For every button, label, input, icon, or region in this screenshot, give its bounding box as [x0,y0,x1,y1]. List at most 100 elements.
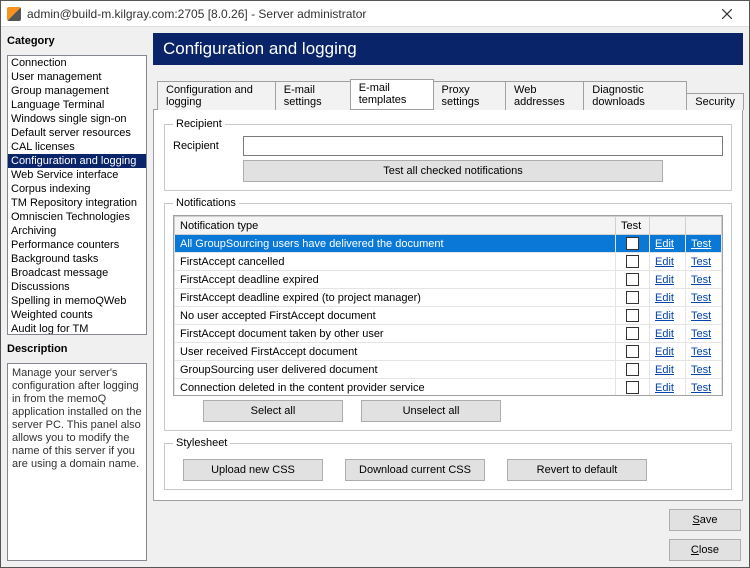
notification-type-cell: FirstAccept deadline expired (to project… [175,289,616,307]
test-checkbox[interactable] [626,363,639,376]
category-item[interactable]: Performance counters [8,238,146,252]
recipient-input[interactable] [243,136,723,156]
test-link[interactable]: Test [691,364,711,376]
window-title: admin@build-m.kilgray.com:2705 [8.0.26] … [27,7,711,21]
tab-strip: Configuration and loggingE-mail settings… [153,79,743,109]
test-link[interactable]: Test [691,274,711,286]
stylesheet-group: Stylesheet Upload new CSS Download curre… [164,437,732,490]
table-row[interactable]: FirstAccept deadline expired Edit Test [175,271,722,289]
close-icon[interactable] [711,4,743,24]
upload-css-button[interactable]: Upload new CSS [183,459,323,481]
test-all-button[interactable]: Test all checked notifications [243,160,663,182]
test-checkbox[interactable] [626,345,639,358]
category-item[interactable]: Omniscien Technologies [8,210,146,224]
category-item[interactable]: Group management [8,84,146,98]
table-row[interactable]: All GroupSourcing users have delivered t… [175,235,722,253]
tab-page-email-templates: Recipient Recipient Test all checked not… [153,109,743,501]
category-item[interactable]: Default server resources [8,126,146,140]
tab-proxy-settings[interactable]: Proxy settings [433,81,507,110]
table-row[interactable]: No user accepted FirstAccept documentEdi… [175,307,722,325]
table-row[interactable]: GroupSourcing user delivered document Edi… [175,361,722,379]
category-item[interactable]: Connection [8,56,146,70]
test-link[interactable]: Test [691,238,711,250]
col-test-blank [686,217,722,235]
close-button[interactable]: Close [669,539,741,561]
tab-web-addresses[interactable]: Web addresses [505,81,584,110]
unselect-all-button[interactable]: Unselect all [361,400,501,422]
notifications-table: Notification type Test All GroupSourcing… [174,216,722,395]
test-link[interactable]: Test [691,310,711,322]
edit-link[interactable]: Edit [655,346,674,358]
tab-security[interactable]: Security [686,93,744,110]
test-link[interactable]: Test [691,292,711,304]
test-checkbox[interactable] [626,327,639,340]
table-row[interactable]: Connection deleted in the content provid… [175,379,722,396]
edit-link[interactable]: Edit [655,274,674,286]
category-item[interactable]: TM Repository integration [8,196,146,210]
description-text: Manage your server's configuration after… [7,363,147,561]
category-item[interactable]: Archiving [8,224,146,238]
test-checkbox[interactable] [626,309,639,322]
category-item[interactable]: Windows single sign-on [8,112,146,126]
col-edit-blank [650,217,686,235]
test-checkbox[interactable] [626,381,639,394]
edit-link[interactable]: Edit [655,328,674,340]
notification-type-cell: Connection deleted in the content provid… [175,379,616,396]
category-item[interactable]: Web Service interface [8,168,146,182]
revert-default-button[interactable]: Revert to default [507,459,647,481]
test-checkbox[interactable] [626,273,639,286]
notification-type-cell: GroupSourcing user delivered document [175,361,616,379]
table-row[interactable]: FirstAccept cancelled Edit Test [175,253,722,271]
recipient-group: Recipient Recipient Test all checked not… [164,118,732,191]
save-button[interactable]: Save [669,509,741,531]
stylesheet-legend: Stylesheet [173,437,230,449]
edit-link[interactable]: Edit [655,364,674,376]
test-link[interactable]: Test [691,346,711,358]
edit-link[interactable]: Edit [655,382,674,394]
page-title: Configuration and logging [153,33,743,65]
category-item[interactable]: Corpus indexing [8,182,146,196]
col-test[interactable]: Test [616,217,650,235]
tab-e-mail-templates[interactable]: E-mail templates [350,79,434,109]
test-link[interactable]: Test [691,328,711,340]
description-heading: Description [7,341,147,357]
category-item[interactable]: Configuration and logging [8,154,146,168]
category-item[interactable]: Language Terminal [8,98,146,112]
tab-configuration-and-logging[interactable]: Configuration and logging [157,81,276,110]
category-item[interactable]: Spelling in memoQWeb [8,294,146,308]
col-notification-type[interactable]: Notification type [175,217,616,235]
recipient-label: Recipient [173,140,235,152]
category-item[interactable]: CAL licenses [8,140,146,154]
download-css-button[interactable]: Download current CSS [345,459,485,481]
category-item[interactable]: Background tasks [8,252,146,266]
recipient-legend: Recipient [173,118,225,130]
select-all-button[interactable]: Select all [203,400,343,422]
tab-diagnostic-downloads[interactable]: Diagnostic downloads [583,81,687,110]
edit-link[interactable]: Edit [655,310,674,322]
category-item[interactable]: Audit log for TM [8,322,146,335]
notification-type-cell: FirstAccept cancelled [175,253,616,271]
edit-link[interactable]: Edit [655,238,674,250]
table-row[interactable]: FirstAccept document taken by other user… [175,325,722,343]
notification-type-cell: User received FirstAccept document [175,343,616,361]
tab-e-mail-settings[interactable]: E-mail settings [275,81,351,110]
category-heading: Category [7,33,147,49]
test-checkbox[interactable] [626,237,639,250]
category-item[interactable]: User management [8,70,146,84]
test-link[interactable]: Test [691,256,711,268]
test-checkbox[interactable] [626,255,639,268]
table-row[interactable]: User received FirstAccept document Edit Te… [175,343,722,361]
notifications-legend: Notifications [173,197,239,209]
category-item[interactable]: Discussions [8,280,146,294]
edit-link[interactable]: Edit [655,256,674,268]
category-item[interactable]: Broadcast message [8,266,146,280]
table-row[interactable]: FirstAccept deadline expired (to project… [175,289,722,307]
edit-link[interactable]: Edit [655,292,674,304]
category-item[interactable]: Weighted counts [8,308,146,322]
test-link[interactable]: Test [691,382,711,394]
notification-type-cell: FirstAccept document taken by other user [175,325,616,343]
test-checkbox[interactable] [626,291,639,304]
notification-type-cell: FirstAccept deadline expired [175,271,616,289]
title-bar: admin@build-m.kilgray.com:2705 [8.0.26] … [1,1,749,27]
category-list[interactable]: ConnectionUser managementGroup managemen… [7,55,147,335]
